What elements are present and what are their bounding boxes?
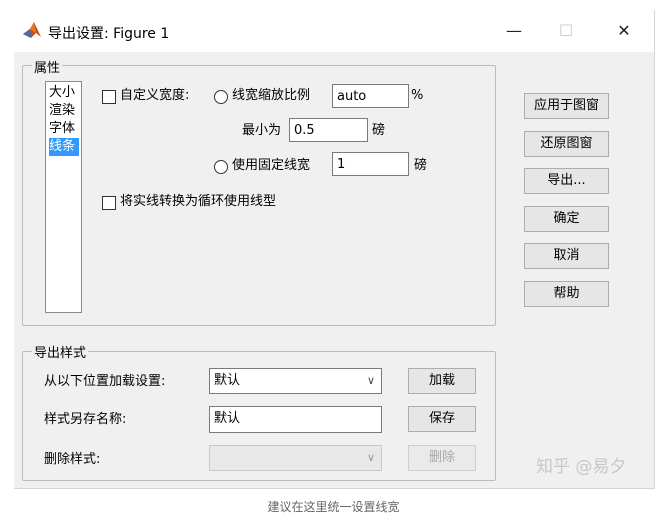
scale-radio-label: 线宽缩放比例: [232, 88, 311, 103]
fixed-width-unit: 磅: [414, 158, 428, 173]
maximize-button[interactable]: ☐: [552, 18, 580, 44]
percent-label: %: [411, 88, 424, 103]
save-button[interactable]: 保存: [408, 406, 476, 432]
chevron-down-icon: ∨: [366, 451, 375, 464]
load-settings-select[interactable]: 默认 ∨: [209, 368, 382, 394]
convert-linestyle-label: 将实线转换为循环使用线型: [120, 194, 277, 209]
export-style-legend: 导出样式: [32, 342, 89, 361]
save-as-input[interactable]: 默认: [209, 406, 382, 433]
chevron-down-icon: ∨: [366, 374, 375, 387]
scale-radio[interactable]: [214, 90, 228, 104]
help-button[interactable]: 帮助: [524, 281, 609, 307]
export-settings-window: 导出设置: Figure 1 — ☐ ✕ 属性 大小 渲染 字体 线条 自定义宽…: [14, 10, 655, 489]
matlab-logo-icon: [23, 22, 41, 38]
fixed-width-input[interactable]: 1: [332, 152, 409, 176]
save-as-label: 样式另存名称:: [44, 412, 127, 427]
min-width-unit: 磅: [372, 123, 386, 138]
title-bar: 导出设置: Figure 1 — ☐ ✕: [14, 10, 654, 52]
list-item-lines[interactable]: 线条: [49, 138, 79, 156]
convert-linestyle-checkbox[interactable]: [102, 196, 116, 210]
custom-width-label: 自定义宽度:: [120, 88, 190, 103]
list-item-rendering[interactable]: 渲染: [49, 102, 75, 120]
window-title: 导出设置: Figure 1: [48, 26, 170, 42]
fixed-width-label: 使用固定线宽: [232, 158, 311, 173]
restore-figure-button[interactable]: 还原图窗: [524, 131, 609, 157]
load-settings-value: 默认: [214, 373, 241, 388]
image-caption: 建议在这里统一设置线宽: [267, 500, 400, 514]
export-button[interactable]: 导出...: [524, 168, 609, 194]
watermark: 知乎 @易夕: [536, 457, 627, 477]
ok-button[interactable]: 确定: [524, 206, 609, 232]
properties-legend: 属性: [32, 57, 63, 76]
list-item-font[interactable]: 字体: [49, 120, 75, 138]
apply-to-figure-button[interactable]: 应用于图窗: [524, 93, 609, 119]
delete-style-label: 删除样式:: [44, 452, 101, 467]
fixed-width-radio[interactable]: [214, 160, 228, 174]
delete-button[interactable]: 删除: [408, 445, 476, 471]
min-width-input[interactable]: 0.5: [289, 118, 368, 142]
close-button[interactable]: ✕: [610, 18, 638, 44]
min-width-label: 最小为: [242, 123, 282, 138]
delete-style-select[interactable]: ∨: [209, 445, 382, 471]
custom-width-checkbox[interactable]: [102, 90, 116, 104]
load-button[interactable]: 加载: [408, 368, 476, 394]
minimize-button[interactable]: —: [500, 18, 528, 44]
list-item-size[interactable]: 大小: [49, 84, 75, 102]
load-settings-label: 从以下位置加载设置:: [44, 374, 166, 389]
scale-input[interactable]: auto: [332, 84, 409, 108]
cancel-button[interactable]: 取消: [524, 243, 609, 269]
properties-list[interactable]: 大小 渲染 字体 线条: [45, 81, 82, 313]
